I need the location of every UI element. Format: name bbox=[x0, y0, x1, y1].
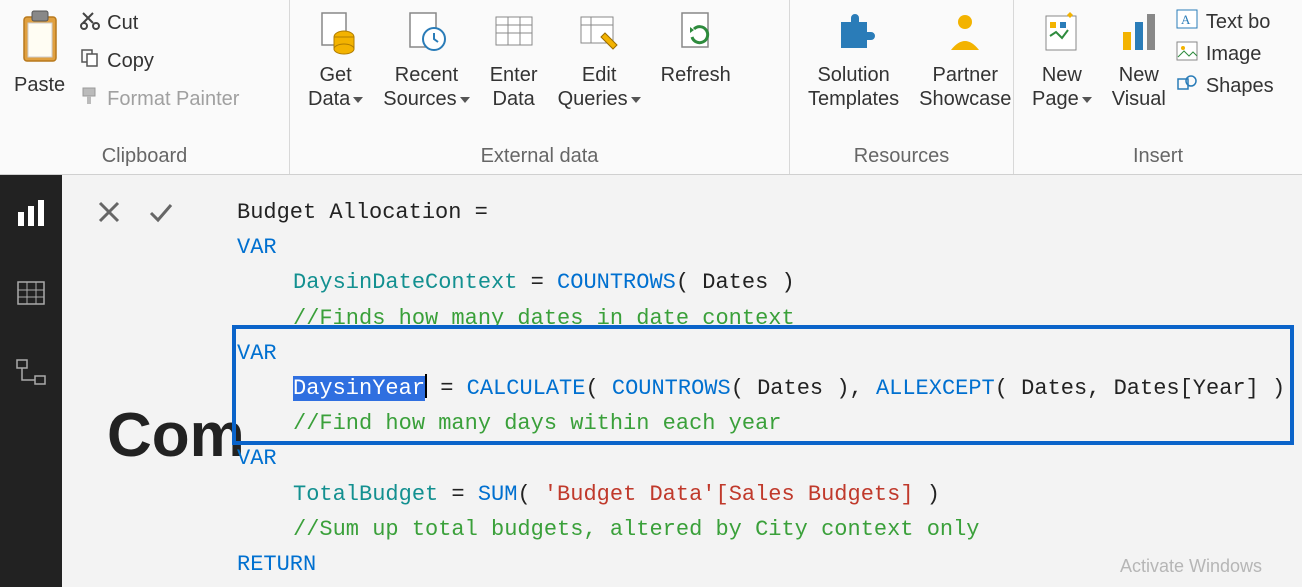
activate-windows-watermark: Activate Windows bbox=[1120, 556, 1262, 577]
paste-label: Paste bbox=[14, 74, 65, 97]
solution-templates-label: Solution Templates bbox=[808, 63, 899, 111]
image-button[interactable]: Image bbox=[1176, 41, 1274, 67]
copy-icon bbox=[79, 47, 101, 75]
chart-icon bbox=[1115, 9, 1163, 57]
table-ref: Dates bbox=[757, 376, 823, 401]
new-visual-button[interactable]: New Visual bbox=[1102, 5, 1176, 111]
text-cursor bbox=[425, 374, 427, 398]
cut-button[interactable]: Cut bbox=[75, 7, 243, 39]
model-view-button[interactable] bbox=[11, 353, 51, 393]
get-data-label: Get Data bbox=[308, 64, 352, 110]
get-data-button[interactable]: Get Data bbox=[298, 5, 373, 111]
shapes-button[interactable]: Shapes bbox=[1176, 73, 1274, 99]
dax-fn: ALLEXCEPT bbox=[876, 376, 995, 401]
column-ref: Dates[Year] bbox=[1114, 376, 1259, 401]
svg-text:A: A bbox=[1181, 12, 1191, 27]
partner-showcase-label: Partner Showcase bbox=[919, 63, 1011, 111]
comment-2: //Find how many days within each year bbox=[293, 411, 781, 436]
group-label-external: External data bbox=[298, 141, 781, 174]
dax-fn: CALCULATE bbox=[467, 376, 586, 401]
ribbon-group-resources: Solution Templates Partner Showcase Reso… bbox=[790, 0, 1014, 174]
new-visual-label: New Visual bbox=[1112, 63, 1166, 111]
report-canvas: Com Budget Allocation = VAR DaysinDateCo… bbox=[62, 175, 1302, 587]
formula-commit-button[interactable] bbox=[144, 195, 178, 229]
ribbon: Paste Cut Copy bbox=[0, 0, 1302, 175]
recent-sources-icon bbox=[402, 9, 450, 57]
image-label: Image bbox=[1206, 43, 1262, 66]
ribbon-group-insert: New Page New Visual A Text bo Image bbox=[1014, 0, 1302, 174]
view-sidebar bbox=[0, 175, 62, 587]
dropdown-caret-icon bbox=[631, 97, 641, 103]
formula-cancel-button[interactable] bbox=[92, 195, 126, 229]
report-view-button[interactable] bbox=[11, 193, 51, 233]
partner-showcase-button[interactable]: Partner Showcase bbox=[909, 5, 1021, 111]
copy-button[interactable]: Copy bbox=[75, 45, 243, 77]
enter-data-label: Enter Data bbox=[490, 63, 538, 111]
get-data-icon bbox=[312, 9, 360, 57]
report-heading-truncated: Com bbox=[107, 400, 245, 471]
dax-keyword-var: VAR bbox=[237, 446, 277, 471]
ribbon-group-external: Get Data Recent Sources Enter Data Edit … bbox=[290, 0, 790, 174]
dropdown-caret-icon bbox=[1082, 97, 1092, 103]
dax-fn: COUNTROWS bbox=[557, 270, 676, 295]
puzzle-icon bbox=[830, 9, 878, 57]
var-name-3: TotalBudget bbox=[293, 482, 438, 507]
new-page-button[interactable]: New Page bbox=[1022, 5, 1102, 111]
dax-fn: COUNTROWS bbox=[612, 376, 731, 401]
cut-label: Cut bbox=[107, 12, 138, 35]
format-painter-button[interactable]: Format Painter bbox=[75, 83, 243, 115]
formula-measure-name: Budget Allocation = bbox=[237, 200, 501, 225]
recent-sources-button[interactable]: Recent Sources bbox=[373, 5, 479, 111]
shapes-icon bbox=[1176, 73, 1198, 99]
column-ref: 'Budget Data'[Sales Budgets] bbox=[544, 482, 914, 507]
group-label-clipboard: Clipboard bbox=[8, 141, 281, 174]
new-page-icon bbox=[1038, 9, 1086, 57]
enter-data-icon bbox=[490, 9, 538, 57]
text-box-label: Text bo bbox=[1206, 11, 1270, 34]
clipboard-icon bbox=[18, 9, 62, 70]
dropdown-caret-icon bbox=[353, 97, 363, 103]
group-label-resources: Resources bbox=[798, 141, 1005, 174]
dax-keyword-var: VAR bbox=[237, 341, 277, 366]
workspace: Com Budget Allocation = VAR DaysinDateCo… bbox=[0, 175, 1302, 587]
solution-templates-button[interactable]: Solution Templates bbox=[798, 5, 909, 111]
data-view-button[interactable] bbox=[11, 273, 51, 313]
format-painter-label: Format Painter bbox=[107, 88, 239, 111]
recent-sources-label: Recent Sources bbox=[383, 64, 458, 110]
scissors-icon bbox=[79, 9, 101, 37]
paste-button[interactable]: Paste bbox=[8, 5, 71, 101]
formula-editor[interactable]: Budget Allocation = VAR DaysinDateContex… bbox=[237, 195, 1294, 582]
table-ref: Dates bbox=[702, 270, 768, 295]
text-box-button[interactable]: A Text bo bbox=[1176, 9, 1274, 35]
text-box-icon: A bbox=[1176, 9, 1198, 35]
person-icon bbox=[941, 9, 989, 57]
var-name-2-selected: DaysinYear bbox=[293, 376, 425, 401]
var-name-1: DaysinDateContext bbox=[293, 270, 517, 295]
new-page-label: New Page bbox=[1032, 64, 1082, 110]
ribbon-group-clipboard: Paste Cut Copy bbox=[0, 0, 290, 174]
edit-queries-button[interactable]: Edit Queries bbox=[548, 5, 651, 111]
comment-1: //Finds how many dates in date context bbox=[293, 306, 795, 331]
refresh-label: Refresh bbox=[661, 63, 731, 87]
edit-queries-label: Edit Queries bbox=[558, 64, 628, 110]
refresh-icon bbox=[672, 9, 720, 57]
group-label-insert: Insert bbox=[1022, 141, 1294, 174]
copy-label: Copy bbox=[107, 50, 154, 73]
image-icon bbox=[1176, 41, 1198, 67]
paintbrush-icon bbox=[79, 85, 101, 113]
dax-fn: SUM bbox=[478, 482, 518, 507]
refresh-button[interactable]: Refresh bbox=[651, 5, 741, 87]
edit-queries-icon bbox=[575, 9, 623, 57]
comment-3: //Sum up total budgets, altered by City … bbox=[293, 517, 980, 542]
table-ref: Dates bbox=[1021, 376, 1087, 401]
dax-keyword-var: VAR bbox=[237, 235, 277, 260]
shapes-label: Shapes bbox=[1206, 75, 1274, 98]
dax-keyword-return: RETURN bbox=[237, 552, 316, 577]
dropdown-caret-icon bbox=[460, 97, 470, 103]
enter-data-button[interactable]: Enter Data bbox=[480, 5, 548, 111]
